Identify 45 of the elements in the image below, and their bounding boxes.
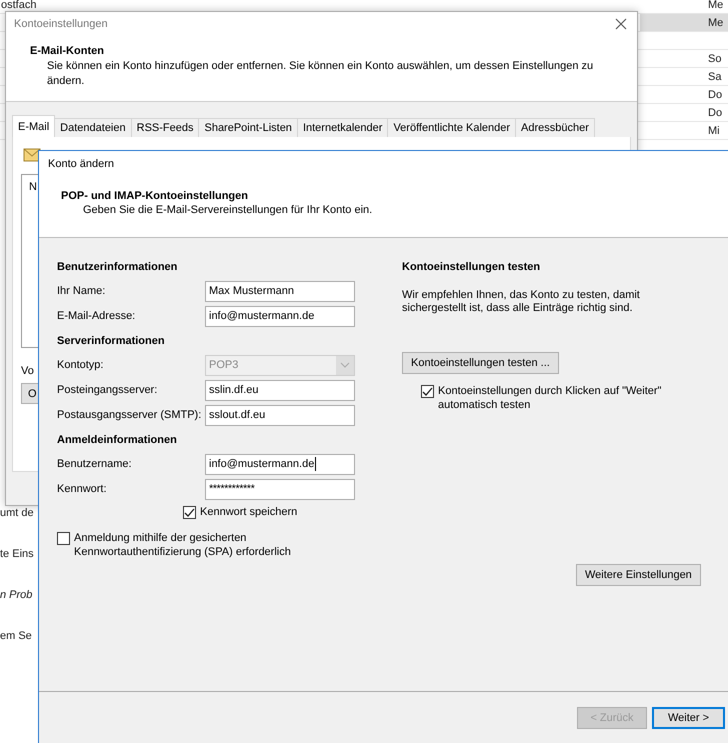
- input-field[interactable]: Max Mustermann: [205, 280, 355, 302]
- section-title: Benutzerinformationen: [57, 260, 178, 275]
- field-label: Posteingangsserver:: [57, 384, 158, 396]
- input-field[interactable]: sslin.df.eu: [205, 380, 355, 401]
- dialog-title: Konto ändern: [48, 158, 114, 170]
- checkbox[interactable]: [183, 506, 196, 519]
- field-label: Postausgangsserver (SMTP):: [57, 409, 202, 422]
- description: Wir empfehlen Ihnen, das Konto zu testen, damit sichergestellt ist, dass alle Einträge richtig sind.: [402, 288, 641, 315]
- checkbox[interactable]: [57, 532, 70, 545]
- text-line: em Se: [0, 630, 32, 642]
- field-label: E-Mail-Adresse:: [57, 310, 136, 322]
- chevron-down-icon: [340, 362, 350, 368]
- checkbox[interactable]: [421, 384, 434, 398]
- section-title: Kontoeinstellungen testen: [402, 260, 542, 275]
- input-field[interactable]: ************: [205, 478, 355, 500]
- input-field[interactable]: info@mustermann.de: [205, 306, 355, 327]
- tab[interactable]: E-Mail: [12, 115, 56, 137]
- tab[interactable]: Adressbücher: [515, 118, 595, 137]
- input-field[interactable]: info@mustermann.de: [205, 454, 355, 475]
- field-label: Kennwort:: [57, 483, 108, 496]
- field-label: Kontotyp:: [57, 359, 104, 372]
- more-settings-button[interactable]: Weitere Einstellungen: [576, 564, 701, 586]
- dialog-heading: POP- und IMAP-Kontoeinstellungen: [61, 190, 249, 202]
- table-cell[interactable]: Me: [640, 14, 728, 31]
- text-line: n Prob: [0, 589, 32, 601]
- dialog-subtitle: Geben Sie die E-Mail-Servereinstellungen für Ihr Konto ein.: [83, 204, 374, 216]
- description: Sie können ein Konto hinzufügen oder entfernen. Sie können ein Konto auswählen, um dessen Einstellungen zu ändern.: [47, 59, 594, 89]
- text-line: umt de: [0, 507, 34, 519]
- field-label: Benutzername:: [57, 458, 133, 470]
- next-button[interactable]: Weiter >: [652, 706, 725, 729]
- input-field[interactable]: sslout.df.eu: [205, 404, 355, 426]
- field-label: Ihr Name:: [57, 285, 106, 298]
- envelope-icon[interactable]: [23, 146, 41, 162]
- text-line: te Eins: [0, 548, 34, 560]
- checkbox-label: Anmeldung mithilfe der gesicherten Kennwortauthentifizierung (SPA) erforderlich: [74, 530, 292, 559]
- checkbox-label: Kontoeinstellungen durch Klicken auf "Weiter" automatisch testen: [438, 384, 662, 412]
- close-icon[interactable]: [615, 18, 627, 30]
- section-title: Anmeldeinformationen: [57, 432, 178, 448]
- section-title: Serverinformationen: [57, 334, 166, 349]
- column-header: N: [29, 181, 37, 193]
- label: Vo: [21, 365, 34, 377]
- test-settings-button[interactable]: Kontoeinstellungen testen ...: [402, 352, 559, 374]
- window-title: Kontoeinstellungen: [14, 18, 108, 30]
- section-heading: E-Mail-Konten: [30, 45, 105, 57]
- checkbox-label: Kennwort speichern: [200, 504, 298, 519]
